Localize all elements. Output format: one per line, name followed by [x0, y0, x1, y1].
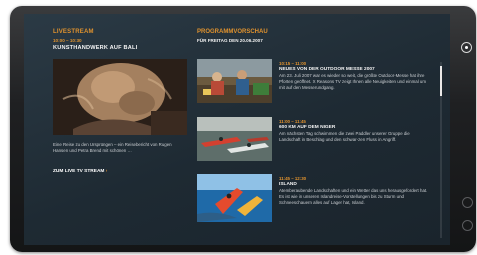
hardware-button-upper[interactable] [462, 197, 473, 208]
program-item-text: 11:00 – 11:45 600 KM AUF DEM NIGER Am nä… [279, 119, 429, 143]
bali-craft-image [53, 59, 187, 135]
program-description: Am nächsten Tag schwimmen die zwei Paddl… [279, 131, 410, 143]
power-indicator-icon [465, 46, 468, 49]
program-item-niger[interactable]: 11:00 – 11:45 600 KM AUF DEM NIGER Am nä… [197, 117, 443, 167]
programm-date: FÜR FREITAG DEN 20.06.2007 [197, 38, 263, 43]
hardware-button-lower[interactable] [462, 220, 473, 231]
livestream-heading: LIVESTREAM [53, 29, 94, 35]
live-tv-stream-link-label: ZUM LIVE TV STREAM [53, 169, 105, 174]
chevron-right-icon: › [105, 169, 108, 174]
program-thumbnail [197, 59, 272, 103]
program-thumbnail [197, 174, 272, 222]
program-item-text: 11:45 – 12:30 ISLAND Atemberaubende Land… [279, 176, 429, 207]
program-description: Am 23. Juli 2007 war es wieder so weit, … [279, 73, 427, 91]
program-item-text: 10:15 – 11:00 NEUES VON DER OUTDOOR MESS… [279, 61, 429, 92]
program-description: Atemberaubende Landschaften und ein Wett… [279, 188, 428, 206]
scrollbar-thumb[interactable] [440, 66, 442, 96]
program-item-island[interactable]: 11:45 – 12:30 ISLAND Atemberaubende Land… [197, 174, 443, 224]
livestream-description: Eine Reise zu den Ursprüngen – ein Reise… [53, 142, 172, 154]
power-button[interactable] [461, 42, 472, 53]
livestream-title: KUNSTHANDWERK AUF BALI [53, 45, 138, 51]
program-item-outdoor-messe[interactable]: 10:15 – 11:00 NEUES VON DER OUTDOOR MESS… [197, 59, 443, 109]
programm-heading: PROGRAMMVORSCHAU [197, 29, 268, 35]
program-thumbnail [197, 117, 272, 161]
live-tv-stream-link[interactable]: ZUM LIVE TV STREAM › [53, 169, 107, 174]
livestream-time: 10:00 – 10:30 [53, 38, 82, 43]
livestream-video-thumbnail[interactable] [53, 59, 187, 135]
program-scrollbar[interactable] [440, 62, 442, 238]
